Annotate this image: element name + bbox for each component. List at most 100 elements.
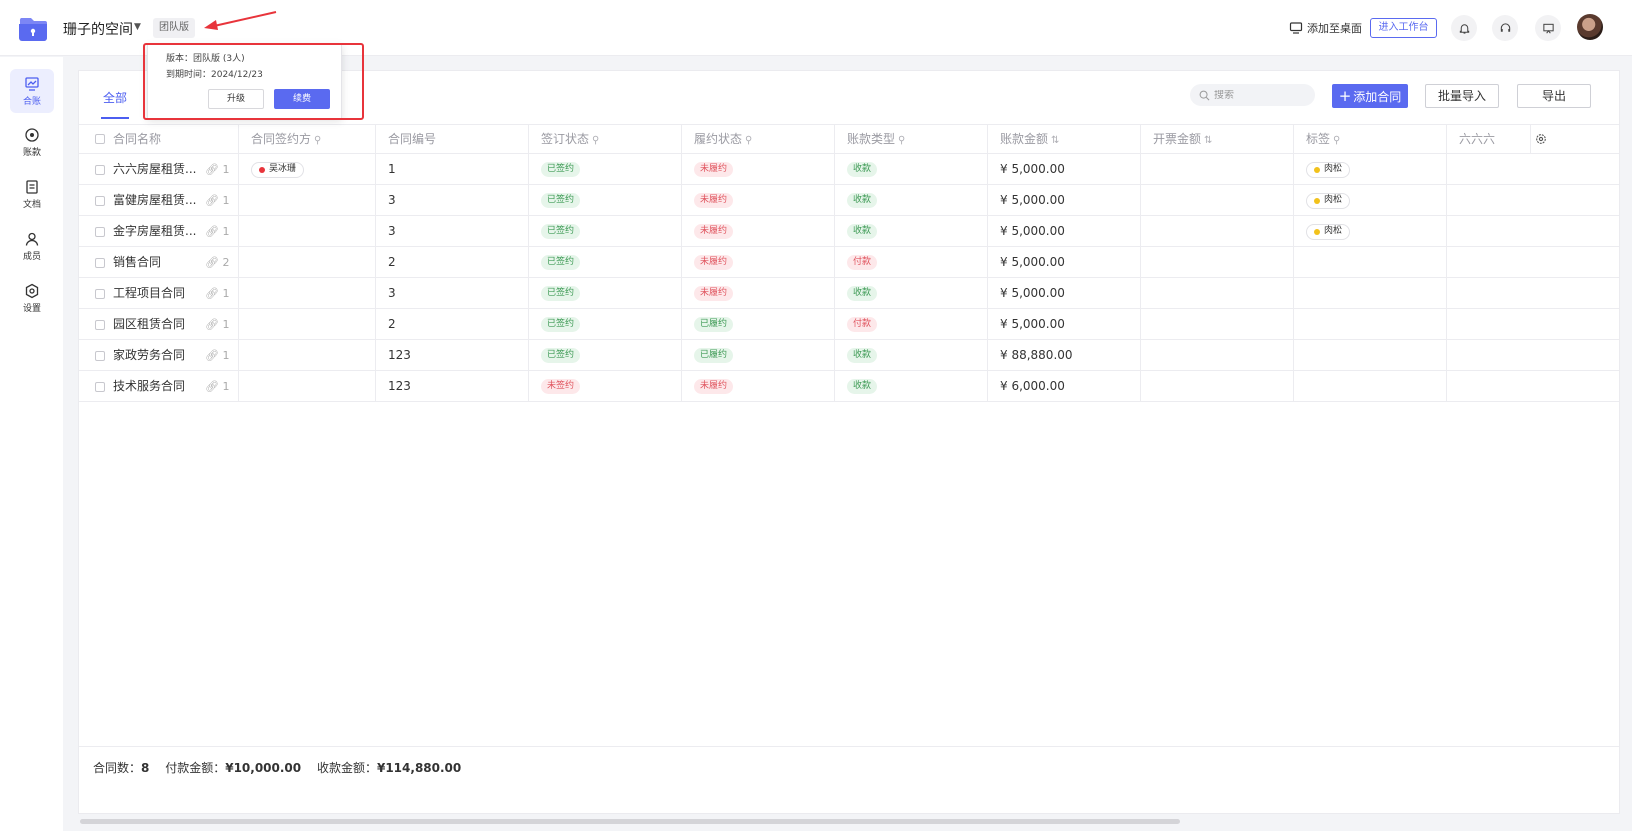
status-badge: 已履约 — [694, 317, 734, 332]
edition-badge[interactable]: 团队版 — [153, 18, 195, 38]
filter-icon[interactable]: ⚲ — [898, 135, 905, 146]
cell-type: 付款 — [834, 309, 987, 340]
select-all-checkbox[interactable] — [95, 134, 105, 144]
party-pill[interactable]: 吴冰珊 — [251, 161, 305, 178]
renew-button[interactable]: 续费 — [274, 89, 330, 109]
headset-support-icon[interactable] — [1492, 15, 1518, 41]
status-badge: 已履约 — [694, 348, 734, 363]
attachment-count[interactable]: 🔗︎ 2 — [205, 247, 229, 278]
tab-all[interactable]: 全部 — [103, 89, 127, 106]
row-checkbox[interactable] — [95, 165, 105, 175]
filter-icon[interactable]: ⚲ — [592, 135, 599, 146]
attachment-count[interactable]: 🔗︎ 1 — [205, 185, 229, 216]
contract-name[interactable]: 工程项目合同 — [113, 278, 185, 309]
row-checkbox[interactable] — [95, 227, 105, 237]
table-row[interactable]: 富健房屋租赁... 🔗︎ 1 3 已签约 未履约 收款 ¥ 5,000.00 肉松 — [79, 185, 1619, 216]
presentation-icon[interactable] — [1535, 15, 1561, 41]
search-field[interactable] — [1190, 84, 1315, 106]
notification-bell-icon[interactable] — [1451, 15, 1477, 41]
edition-popover: 版本：团队版 (3人) 到期时间：2024/12/23 升级 续费 — [147, 44, 342, 119]
user-icon — [25, 232, 39, 246]
enter-workbench-button[interactable]: 进入工作台 — [1370, 18, 1437, 38]
column-header-invoice[interactable]: 开票金额 ⇅ — [1140, 125, 1293, 154]
filter-icon[interactable]: ⚲ — [745, 135, 752, 146]
table-row[interactable]: 技术服务合同 🔗︎ 1 123 未签约 未履约 收款 ¥ 6,000.00 — [79, 371, 1619, 402]
horizontal-scrollbar[interactable] — [80, 819, 1180, 824]
column-header-amount[interactable]: 账款金额 ⇅ — [987, 125, 1140, 154]
sidebar-item-documents[interactable]: 文档 — [10, 172, 54, 216]
column-header-sign-status[interactable]: 签订状态 ⚲ — [528, 125, 681, 154]
batch-import-button[interactable]: 批量导入 — [1425, 84, 1499, 108]
contract-name[interactable]: 家政劳务合同 — [113, 340, 185, 371]
row-checkbox[interactable] — [95, 320, 105, 330]
user-avatar[interactable] — [1577, 14, 1603, 40]
attachment-count[interactable]: 🔗︎ 1 — [205, 278, 229, 309]
column-header-perform-status[interactable]: 履约状态 ⚲ — [681, 125, 834, 154]
attachment-count-value: 1 — [222, 380, 230, 393]
column-header-custom[interactable]: 六六六 — [1446, 125, 1530, 154]
filter-icon[interactable]: ⚲ — [1333, 135, 1340, 146]
table-row[interactable]: 六六房屋租赁... 🔗︎ 1 吴冰珊 1 已签约 未履约 收款 ¥ 5,000.00 肉松 — [79, 154, 1619, 185]
sidebar-item-accounts[interactable]: 账款 — [10, 120, 54, 164]
add-to-desktop-button[interactable]: 添加至桌面 — [1289, 20, 1362, 36]
sort-icon[interactable]: ⇅ — [1204, 135, 1212, 146]
status-badge: 已签约 — [541, 224, 581, 239]
contract-name[interactable]: 技术服务合同 — [113, 371, 185, 402]
table-row[interactable]: 园区租赁合同 🔗︎ 1 2 已签约 已履约 付款 ¥ 5,000.00 — [79, 309, 1619, 340]
app-logo-icon[interactable] — [17, 12, 49, 44]
cell-custom — [1446, 216, 1619, 247]
column-header-party[interactable]: 合同签约方 ⚲ — [238, 125, 375, 154]
column-header-type[interactable]: 账款类型 ⚲ — [834, 125, 987, 154]
filter-icon[interactable]: ⚲ — [314, 135, 321, 146]
table-row[interactable]: 金字房屋租赁... 🔗︎ 1 3 已签约 未履约 收款 ¥ 5,000.00 肉松 — [79, 216, 1619, 247]
status-badge: 收款 — [847, 379, 878, 394]
gear-icon[interactable] — [1535, 133, 1547, 145]
attachment-count[interactable]: 🔗︎ 1 — [205, 154, 229, 185]
row-checkbox[interactable] — [95, 351, 105, 361]
cell-name: 六六房屋租赁... 🔗︎ 1 — [79, 154, 238, 185]
cell-number: 123 — [375, 340, 528, 371]
table-row[interactable]: 工程项目合同 🔗︎ 1 3 已签约 未履约 收款 ¥ 5,000.00 — [79, 278, 1619, 309]
column-header-tag[interactable]: 标签 ⚲ — [1293, 125, 1446, 154]
sidebar-item-contracts[interactable]: 合账 — [10, 69, 54, 113]
row-checkbox[interactable] — [95, 258, 105, 268]
upgrade-button[interactable]: 升级 — [208, 89, 264, 109]
attachment-count[interactable]: 🔗︎ 1 — [205, 340, 229, 371]
contract-name[interactable]: 园区租赁合同 — [113, 309, 185, 340]
sort-icon[interactable]: ⇅ — [1051, 135, 1059, 146]
row-checkbox[interactable] — [95, 196, 105, 206]
row-checkbox[interactable] — [95, 289, 105, 299]
contract-name[interactable]: 金字房屋租赁... — [113, 216, 196, 247]
tag-pill[interactable]: 肉松 — [1306, 192, 1351, 209]
cell-invoice — [1140, 278, 1293, 309]
column-settings[interactable] — [1530, 125, 1619, 154]
export-button[interactable]: 导出 — [1517, 84, 1591, 108]
status-badge: 付款 — [847, 317, 878, 332]
sidebar: 合账 账款 文档 成员 设置 — [0, 57, 63, 831]
column-header-name[interactable]: 合同名称 — [79, 125, 238, 154]
contract-name[interactable]: 六六房屋租赁... — [113, 154, 196, 185]
search-input[interactable] — [1214, 89, 1310, 101]
contract-name[interactable]: 富健房屋租赁... — [113, 185, 196, 216]
cell-type: 付款 — [834, 247, 987, 278]
attachment-count[interactable]: 🔗︎ 1 — [205, 309, 229, 340]
add-contract-button[interactable]: + 添加合同 — [1332, 84, 1408, 108]
caret-down-icon[interactable]: ▼ — [134, 22, 141, 32]
sidebar-item-settings[interactable]: 设置 — [10, 276, 54, 320]
status-badge: 未履约 — [694, 224, 734, 239]
cell-name: 工程项目合同 🔗︎ 1 — [79, 278, 238, 309]
status-badge: 已签约 — [541, 162, 581, 177]
attachment-count[interactable]: 🔗︎ 1 — [205, 371, 229, 402]
tag-pill[interactable]: 肉松 — [1306, 223, 1351, 240]
contract-name[interactable]: 销售合同 — [113, 247, 161, 278]
table-row[interactable]: 销售合同 🔗︎ 2 2 已签约 未履约 付款 ¥ 5,000.00 — [79, 247, 1619, 278]
tag-label: 肉松 — [1324, 226, 1343, 236]
attachment-count[interactable]: 🔗︎ 1 — [205, 216, 229, 247]
table-row[interactable]: 家政劳务合同 🔗︎ 1 123 已签约 已履约 收款 ¥ 88,880.00 — [79, 340, 1619, 371]
row-checkbox[interactable] — [95, 382, 105, 392]
contract-count-value: 8 — [141, 761, 150, 775]
space-title[interactable]: 珊子的空间 — [63, 19, 133, 39]
tag-pill[interactable]: 肉松 — [1306, 161, 1351, 178]
sidebar-item-members[interactable]: 成员 — [10, 224, 54, 268]
column-header-number[interactable]: 合同编号 — [375, 125, 528, 154]
